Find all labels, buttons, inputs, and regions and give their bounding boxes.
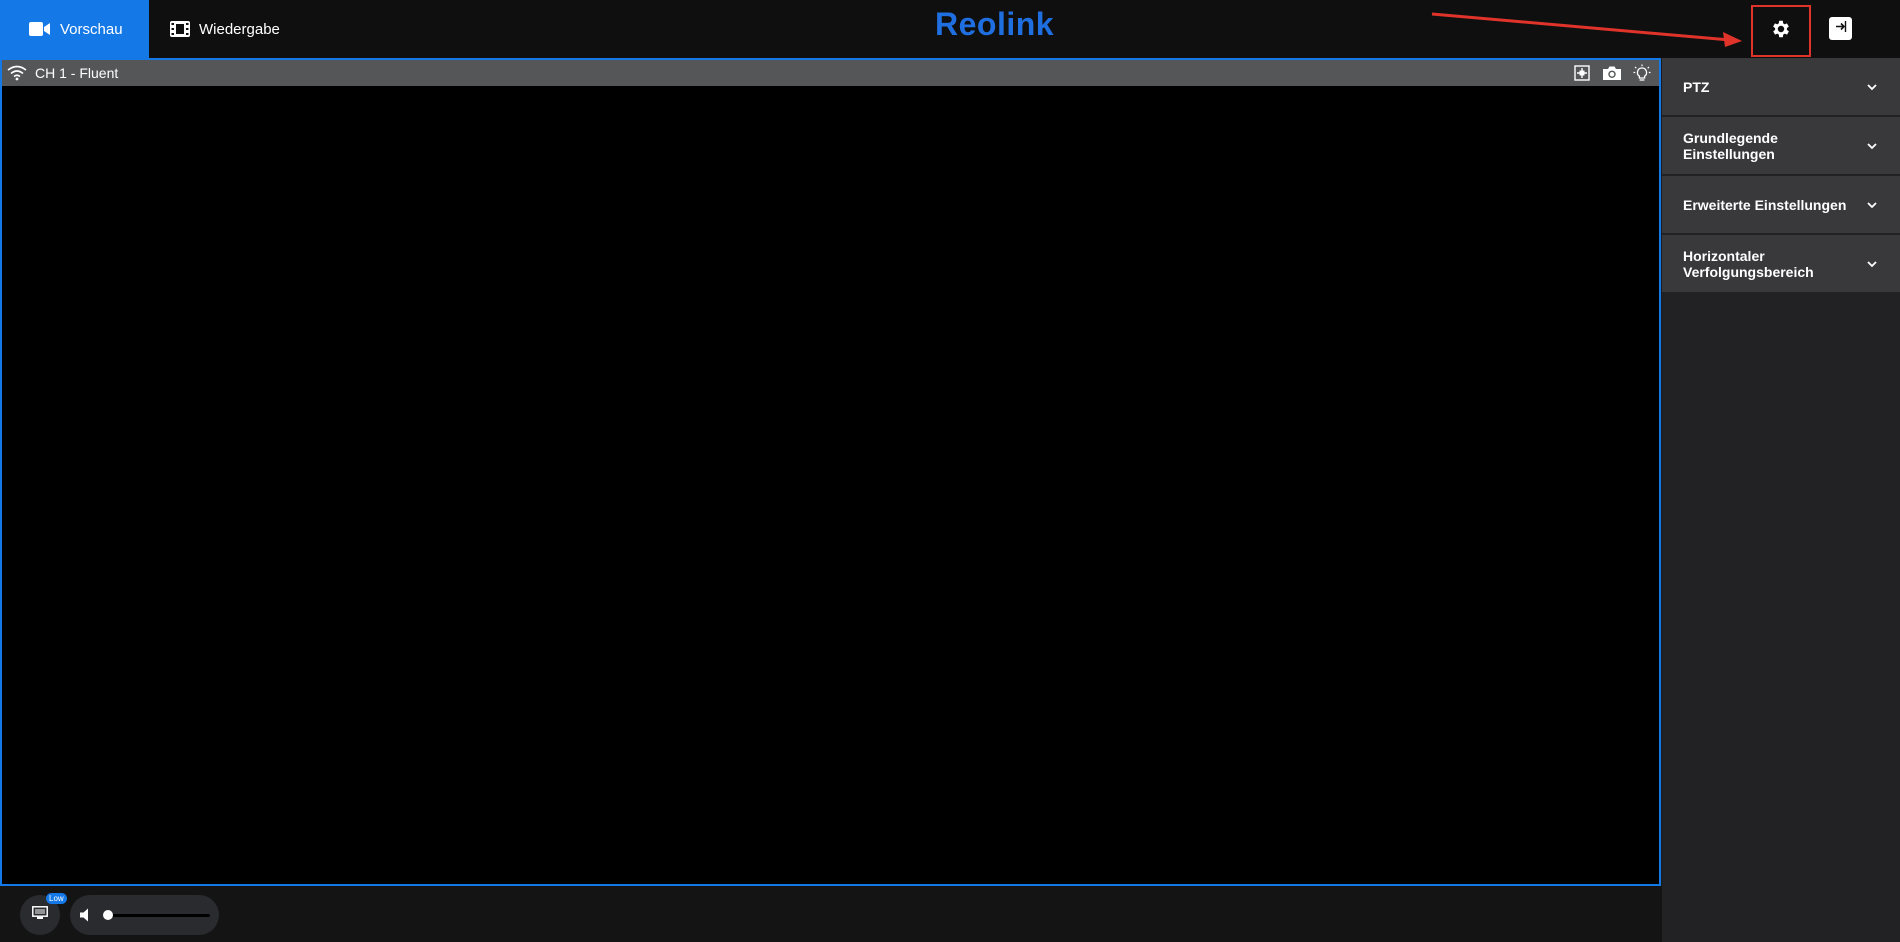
accordion-label: Horizontaler Verfolgungsbereich [1683, 247, 1814, 280]
speaker-icon[interactable] [78, 906, 96, 924]
stream-quality-badge: Low [46, 893, 67, 904]
logout-button[interactable] [1829, 17, 1852, 40]
bottom-toolbar: Low [0, 886, 1662, 942]
chevron-down-icon [1867, 201, 1877, 208]
volume-slider-track[interactable] [105, 914, 210, 917]
reolink-logo: Reolink [935, 6, 1055, 42]
annotation-arrow [1431, 12, 1742, 47]
settings-button[interactable] [1751, 5, 1811, 57]
logout-icon [1834, 20, 1847, 38]
wifi-icon [7, 65, 27, 81]
accordion-label: Erweiterte Einstellungen [1683, 196, 1847, 213]
film-icon [170, 21, 190, 37]
accordion-advanced-settings[interactable]: Erweiterte Einstellungen [1662, 176, 1900, 233]
chevron-down-icon [1867, 142, 1877, 149]
channel-title: CH 1 - Fluent [35, 65, 119, 81]
tab-playback[interactable]: Wiedergabe [149, 0, 299, 58]
top-bar: Vorschau Wiedergabe Reolink [0, 0, 1900, 58]
accordion-ptz[interactable]: PTZ [1662, 58, 1900, 115]
tab-preview-label: Vorschau [60, 20, 123, 38]
accordion-label: PTZ [1683, 78, 1710, 95]
monitor-icon [32, 905, 48, 925]
settings-sidepanel: PTZ Grundlegende Einstellungen Erweitert… [1662, 58, 1900, 942]
snapshot-icon[interactable] [1601, 62, 1623, 84]
video-player[interactable]: CH 1 - Fluent [0, 58, 1661, 886]
video-camera-icon [29, 21, 51, 37]
accordion-basic-settings[interactable]: Grundlegende Einstellungen [1662, 117, 1900, 174]
chevron-down-icon [1867, 83, 1877, 90]
gear-icon [1770, 18, 1792, 45]
zoom-icon[interactable] [1571, 62, 1593, 84]
volume-slider-knob[interactable] [103, 910, 113, 920]
accordion-horizontal-tracking[interactable]: Horizontaler Verfolgungsbereich [1662, 235, 1900, 292]
video-header: CH 1 - Fluent [2, 60, 1659, 86]
volume-control [70, 895, 219, 935]
chevron-down-icon [1867, 260, 1877, 267]
video-header-tools [1571, 62, 1653, 84]
tab-preview[interactable]: Vorschau [0, 0, 149, 58]
light-icon[interactable] [1631, 62, 1653, 84]
tab-playback-label: Wiedergabe [199, 20, 280, 38]
accordion-label: Grundlegende Einstellungen [1683, 129, 1778, 162]
